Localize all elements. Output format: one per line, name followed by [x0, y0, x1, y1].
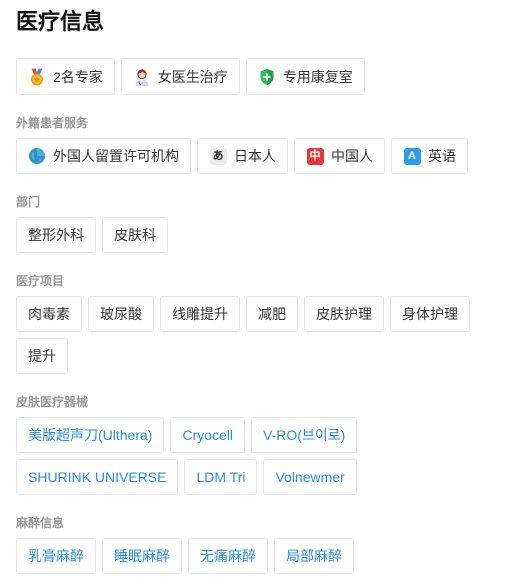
english-icon: A	[403, 147, 421, 165]
section-title: 部门	[16, 195, 41, 209]
foreign-service-label: 中国人	[331, 148, 373, 164]
devices-section: 皮肤医疗器械 美版超声刀(Ulthera) Cryocell V-RO(브이로)…	[16, 394, 502, 495]
highlight-label: 女医生治疗	[157, 68, 228, 85]
section-title: 麻醉信息	[16, 516, 65, 530]
treatment-chip: 减肥	[246, 296, 298, 332]
device-link[interactable]: Volnewmer	[263, 459, 357, 495]
section-title: 医疗项目	[16, 274, 65, 288]
devices-list: 美版超声刀(Ulthera) Cryocell V-RO(브이로) SHURIN…	[16, 417, 502, 495]
departments-section: 部门 整形外科 皮肤科	[16, 194, 502, 253]
highlight-label: 2名专家	[53, 68, 103, 85]
foreign-service-chip: あ 日本人	[197, 138, 288, 174]
treatment-chip: 玻尿酸	[88, 296, 154, 332]
treatment-chip: 提升	[16, 338, 68, 374]
device-link[interactable]: SHURINK UNIVERSE	[16, 459, 179, 495]
highlight-female-doctor: 女医生治疗	[120, 58, 240, 95]
treatment-chip: 肉毒素	[16, 296, 82, 332]
foreign-service-label: 日本人	[234, 148, 276, 164]
highlight-label: 专用康复室	[282, 68, 353, 85]
foreign-service-chip: 中 中国人	[294, 138, 385, 174]
chinese-icon-wrap: 中	[306, 147, 324, 165]
device-link[interactable]: Cryocell	[170, 417, 246, 453]
foreign-service-label: 英语	[428, 148, 456, 164]
chinese-icon: 中	[306, 147, 324, 165]
anesthesia-section: 麻醉信息 乳膏麻醉 睡眠麻醉 无痛麻醉 局部麻醉	[16, 515, 502, 574]
foreign-service-chip: A 英语	[391, 138, 468, 174]
treatments-section: 医疗项目 肉毒素 玻尿酸 线雕提升 减肥 皮肤护理 身体护理 提升	[16, 273, 502, 374]
globe-icon	[28, 147, 46, 165]
treatment-chip: 身体护理	[390, 296, 470, 332]
anesthesia-link[interactable]: 局部麻醉	[274, 538, 354, 574]
foreign-services-list: 外国人留置许可机构 あ 日本人 中 中国人 A 英语	[16, 138, 502, 174]
foreign-services-section: 外籍患者服务 外国人留置许可机构 あ 日本人 中 中国人 A 英语	[16, 115, 502, 174]
anesthesia-link[interactable]: 睡眠麻醉	[102, 538, 182, 574]
departments-list: 整形外科 皮肤科	[16, 217, 502, 253]
japanese-icon-wrap: あ	[209, 147, 227, 165]
anesthesia-link[interactable]: 乳膏麻醉	[16, 538, 96, 574]
anesthesia-link[interactable]: 无痛麻醉	[188, 538, 268, 574]
section-title: 皮肤医疗器械	[16, 395, 89, 409]
female-doctor-icon	[133, 68, 151, 86]
highlight-recovery-room: 专用康复室	[245, 58, 365, 95]
anesthesia-list: 乳膏麻醉 睡眠麻醉 无痛麻醉 局部麻醉	[16, 538, 502, 574]
device-link[interactable]: LDM Tri	[184, 459, 258, 495]
page-title: 医疗信息	[16, 9, 105, 34]
department-chip: 皮肤科	[102, 217, 168, 253]
medal-icon	[28, 68, 46, 86]
japanese-icon: あ	[209, 147, 227, 165]
treatment-chip: 皮肤护理	[304, 296, 384, 332]
treatment-chip: 线雕提升	[160, 296, 240, 332]
device-link[interactable]: V-RO(브이로)	[251, 417, 358, 453]
shield-icon	[258, 68, 276, 86]
device-link[interactable]: 美版超声刀(Ulthera)	[16, 417, 165, 453]
english-icon-wrap: A	[403, 147, 421, 165]
treatments-list: 肉毒素 玻尿酸 线雕提升 减肥 皮肤护理 身体护理 提升	[16, 296, 502, 374]
department-chip: 整形外科	[16, 217, 96, 253]
highlight-list: 2名专家 女医生治疗 专用康复室	[16, 58, 502, 95]
foreign-service-chip: 外国人留置许可机构	[16, 138, 191, 174]
foreign-service-label: 外国人留置许可机构	[53, 148, 179, 164]
highlight-experts: 2名专家	[16, 58, 115, 95]
section-title: 外籍患者服务	[16, 116, 89, 130]
